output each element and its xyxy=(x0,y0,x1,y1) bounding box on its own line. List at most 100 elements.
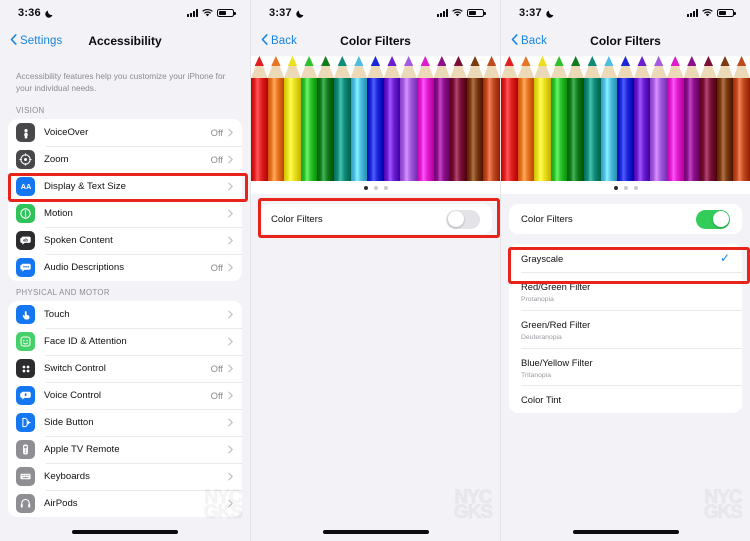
section-header-physical-and-motor: PHYSICAL AND MOTOR xyxy=(16,288,110,298)
list-item[interactable]: Audio Descriptions Off xyxy=(8,254,242,281)
list-item[interactable]: Apple TV Remote xyxy=(8,436,242,463)
filter-option-name: Blue/Yellow Filter xyxy=(521,356,593,368)
pencil xyxy=(300,56,318,181)
filter-option-red-green[interactable]: Red/Green Filter Protanopia xyxy=(509,272,742,310)
chevron-right-icon xyxy=(228,360,233,378)
voiceover-icon xyxy=(16,123,35,143)
colored-pencils-preview xyxy=(251,56,500,181)
list-item-label: Touch xyxy=(44,309,70,321)
back-button-settings[interactable]: Settings xyxy=(10,34,62,48)
section-header-vision: VISION xyxy=(16,106,45,116)
filter-option-grayscale[interactable]: Grayscale ✓ xyxy=(509,244,742,272)
page-dot[interactable] xyxy=(623,185,628,190)
switch-knob xyxy=(712,211,729,227)
wifi-icon xyxy=(202,9,213,17)
chevron-right-icon xyxy=(228,178,233,196)
color-filters-toggle-row[interactable]: Color Filters xyxy=(259,204,492,234)
page-dot[interactable] xyxy=(363,185,368,190)
spoken-content-icon: ab xyxy=(16,231,35,251)
pencil xyxy=(567,56,584,181)
color-filters-switch[interactable] xyxy=(696,209,730,229)
filter-option-color-tint[interactable]: Color Tint xyxy=(509,385,742,413)
page-dots[interactable] xyxy=(251,181,500,194)
keyboards-icon xyxy=(16,467,35,487)
status-bar-left: 3:37 xyxy=(269,7,305,19)
phone-screen-color-filters-off: 3:37 Back Color Filters Color Filters NY… xyxy=(250,0,500,541)
phone-screen-color-filters-on: 3:37 Back Color Filters Color Filters Gr… xyxy=(500,0,750,541)
list-item[interactable]: Motion xyxy=(8,200,242,227)
list-item[interactable]: Keyboards xyxy=(8,463,242,490)
switch-knob xyxy=(447,211,464,227)
settings-group-physical-motor: Touch Face ID & Attention Switch Control… xyxy=(8,301,242,518)
filter-option-blue-yellow[interactable]: Blue/Yellow Filter Tritanopia xyxy=(509,347,742,386)
settings-group-vision: VoiceOver Off Zoom Off AA Display & Text… xyxy=(8,119,242,282)
back-button[interactable]: Back xyxy=(511,34,547,48)
page-dot[interactable] xyxy=(633,185,638,190)
list-item-label: Face ID & Attention xyxy=(44,336,127,348)
home-indicator xyxy=(0,530,250,534)
crescent-moon-icon xyxy=(45,9,54,18)
list-item[interactable]: Switch Control Off xyxy=(8,355,242,382)
chevron-right-icon xyxy=(228,387,233,405)
pencil xyxy=(416,56,434,181)
pencil xyxy=(517,56,535,181)
pencil xyxy=(733,56,750,181)
pencil xyxy=(534,56,551,181)
pencil xyxy=(450,56,467,181)
back-label: Back xyxy=(521,35,547,47)
filter-option-subtitle: Protanopia xyxy=(521,296,554,303)
page-dot[interactable] xyxy=(383,185,388,190)
list-item[interactable]: Touch xyxy=(8,301,242,328)
filter-option-green-red[interactable]: Green/Red Filter Deuteranopia xyxy=(509,309,742,348)
list-item[interactable]: Side Button xyxy=(8,409,242,436)
list-item[interactable]: Voice Control Off xyxy=(8,382,242,409)
side-button-icon xyxy=(16,413,35,433)
motion-icon xyxy=(16,204,35,224)
status-time: 3:37 xyxy=(269,7,292,19)
page-dot[interactable] xyxy=(373,185,378,190)
pencil xyxy=(433,56,451,181)
list-item-label: Apple TV Remote xyxy=(44,444,120,456)
color-filters-label: Color Filters xyxy=(271,213,323,225)
list-item[interactable]: VoiceOver Off xyxy=(8,119,242,146)
list-item-value: Off xyxy=(210,390,223,402)
nav-bar: Back Color Filters xyxy=(501,26,750,56)
pencil xyxy=(383,56,401,181)
status-bar: 3:36 xyxy=(0,0,250,26)
filter-option-name: Color Tint xyxy=(521,394,562,406)
wifi-icon xyxy=(702,9,713,17)
back-button[interactable]: Back xyxy=(261,34,297,48)
nav-bar: Back Color Filters xyxy=(251,26,500,56)
list-item-label: Display & Text Size xyxy=(44,181,126,193)
list-item[interactable]: Face ID & Attention xyxy=(8,328,242,355)
wifi-icon xyxy=(452,9,463,17)
filter-option-name: Grayscale xyxy=(521,253,564,264)
chevron-right-icon xyxy=(228,495,233,513)
pencil xyxy=(600,56,618,181)
home-indicator xyxy=(501,530,750,534)
list-item[interactable]: Zoom Off xyxy=(8,146,242,173)
pencil xyxy=(367,56,384,181)
pencil xyxy=(350,56,368,181)
pencil xyxy=(466,56,484,181)
list-item[interactable]: ab Spoken Content xyxy=(8,227,242,254)
list-item-label: Spoken Content xyxy=(44,235,113,247)
list-item-label: Audio Descriptions xyxy=(44,262,124,274)
display-text-size-icon: AA xyxy=(16,177,35,197)
chevron-right-icon xyxy=(228,124,233,142)
color-filters-switch[interactable] xyxy=(446,209,480,229)
list-item-label: Motion xyxy=(44,208,73,220)
page-dots[interactable] xyxy=(501,181,750,194)
status-bar-left: 3:37 xyxy=(519,7,555,19)
colored-pencils-preview xyxy=(501,56,750,181)
list-item-display-text-size[interactable]: AA Display & Text Size xyxy=(8,173,242,200)
list-item-label: Side Button xyxy=(44,417,94,429)
battery-icon xyxy=(467,8,486,18)
color-filters-toggle-row[interactable]: Color Filters xyxy=(509,204,742,234)
back-label: Back xyxy=(271,35,297,47)
status-bar-left: 3:36 xyxy=(18,7,54,19)
page-dot[interactable] xyxy=(613,185,618,190)
airpods-icon xyxy=(16,494,35,514)
list-item[interactable]: AirPods xyxy=(8,490,242,517)
list-item-value: Off xyxy=(210,363,223,375)
